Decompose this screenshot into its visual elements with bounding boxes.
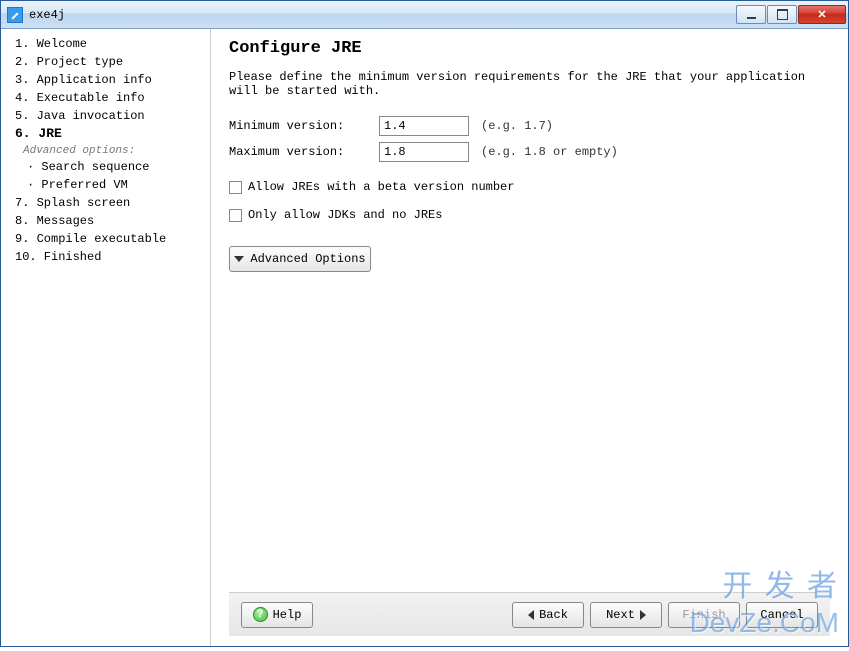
sidebar-item-compile-executable[interactable]: 9. Compile executable bbox=[1, 230, 210, 248]
advanced-options-button[interactable]: Advanced Options bbox=[229, 246, 371, 272]
window-title: exe4j bbox=[29, 8, 735, 22]
sidebar-item-jre[interactable]: 6. JRE bbox=[1, 125, 210, 143]
titlebar[interactable]: exe4j bbox=[1, 1, 848, 29]
cancel-label: Cancel bbox=[760, 608, 803, 622]
min-version-label: Minimum version: bbox=[229, 119, 379, 133]
only-jdk-label: Only allow JDKs and no JREs bbox=[248, 208, 442, 222]
min-version-hint: (e.g. 1.7) bbox=[481, 119, 553, 133]
allow-beta-row: Allow JREs with a beta version number bbox=[229, 180, 830, 194]
help-button[interactable]: ? Help bbox=[241, 602, 313, 628]
sidebar-item-splash-screen[interactable]: 7. Splash screen bbox=[1, 194, 210, 212]
arrow-left-icon bbox=[528, 610, 534, 620]
advanced-options-label: Advanced Options bbox=[250, 252, 365, 266]
max-version-row: Maximum version: (e.g. 1.8 or empty) bbox=[229, 142, 830, 162]
max-version-hint: (e.g. 1.8 or empty) bbox=[481, 145, 618, 159]
finish-label: Finish bbox=[682, 608, 725, 622]
back-button[interactable]: Back bbox=[512, 602, 584, 628]
app-icon bbox=[7, 7, 23, 23]
sidebar-advanced-label: Advanced options: bbox=[1, 143, 210, 158]
maximize-button[interactable] bbox=[767, 5, 797, 24]
finish-button[interactable]: Finish bbox=[668, 602, 740, 628]
close-button[interactable] bbox=[798, 5, 846, 24]
allow-beta-label: Allow JREs with a beta version number bbox=[248, 180, 514, 194]
min-version-row: Minimum version: (e.g. 1.7) bbox=[229, 116, 830, 136]
page-title: Configure JRE bbox=[229, 39, 830, 58]
bottom-bar: ? Help Back Next Finish Cancel bbox=[229, 592, 830, 636]
sidebar-item-java-invocation[interactable]: 5. Java invocation bbox=[1, 107, 210, 125]
allow-beta-checkbox[interactable] bbox=[229, 181, 242, 194]
next-label: Next bbox=[606, 608, 635, 622]
help-label: Help bbox=[273, 608, 302, 622]
sidebar-item-project-type[interactable]: 2. Project type bbox=[1, 53, 210, 71]
cancel-button[interactable]: Cancel bbox=[746, 602, 818, 628]
sidebar-item-executable-info[interactable]: 4. Executable info bbox=[1, 89, 210, 107]
min-version-input[interactable] bbox=[379, 116, 469, 136]
next-button[interactable]: Next bbox=[590, 602, 662, 628]
body-area: 1. Welcome 2. Project type 3. Applicatio… bbox=[1, 29, 848, 646]
sidebar-item-welcome[interactable]: 1. Welcome bbox=[1, 35, 210, 53]
sidebar-item-application-info[interactable]: 3. Application info bbox=[1, 71, 210, 89]
only-jdk-checkbox[interactable] bbox=[229, 209, 242, 222]
minimize-button[interactable] bbox=[736, 5, 766, 24]
max-version-input[interactable] bbox=[379, 142, 469, 162]
help-icon: ? bbox=[253, 607, 268, 622]
sidebar-item-messages[interactable]: 8. Messages bbox=[1, 212, 210, 230]
max-version-label: Maximum version: bbox=[229, 145, 379, 159]
main-panel: Configure JRE Please define the minimum … bbox=[211, 29, 848, 646]
sidebar-sub-search-sequence[interactable]: · Search sequence bbox=[1, 158, 210, 176]
page-description: Please define the minimum version requir… bbox=[229, 70, 830, 98]
only-jdk-row: Only allow JDKs and no JREs bbox=[229, 208, 830, 222]
sidebar-sub-preferred-vm[interactable]: · Preferred VM bbox=[1, 176, 210, 194]
window-controls bbox=[735, 5, 846, 24]
triangle-down-icon bbox=[234, 256, 244, 262]
arrow-right-icon bbox=[640, 610, 646, 620]
back-label: Back bbox=[539, 608, 568, 622]
wizard-sidebar: 1. Welcome 2. Project type 3. Applicatio… bbox=[1, 29, 211, 646]
app-window: exe4j 1. Welcome 2. Project type 3. Appl… bbox=[0, 0, 849, 647]
sidebar-item-finished[interactable]: 10. Finished bbox=[1, 248, 210, 266]
